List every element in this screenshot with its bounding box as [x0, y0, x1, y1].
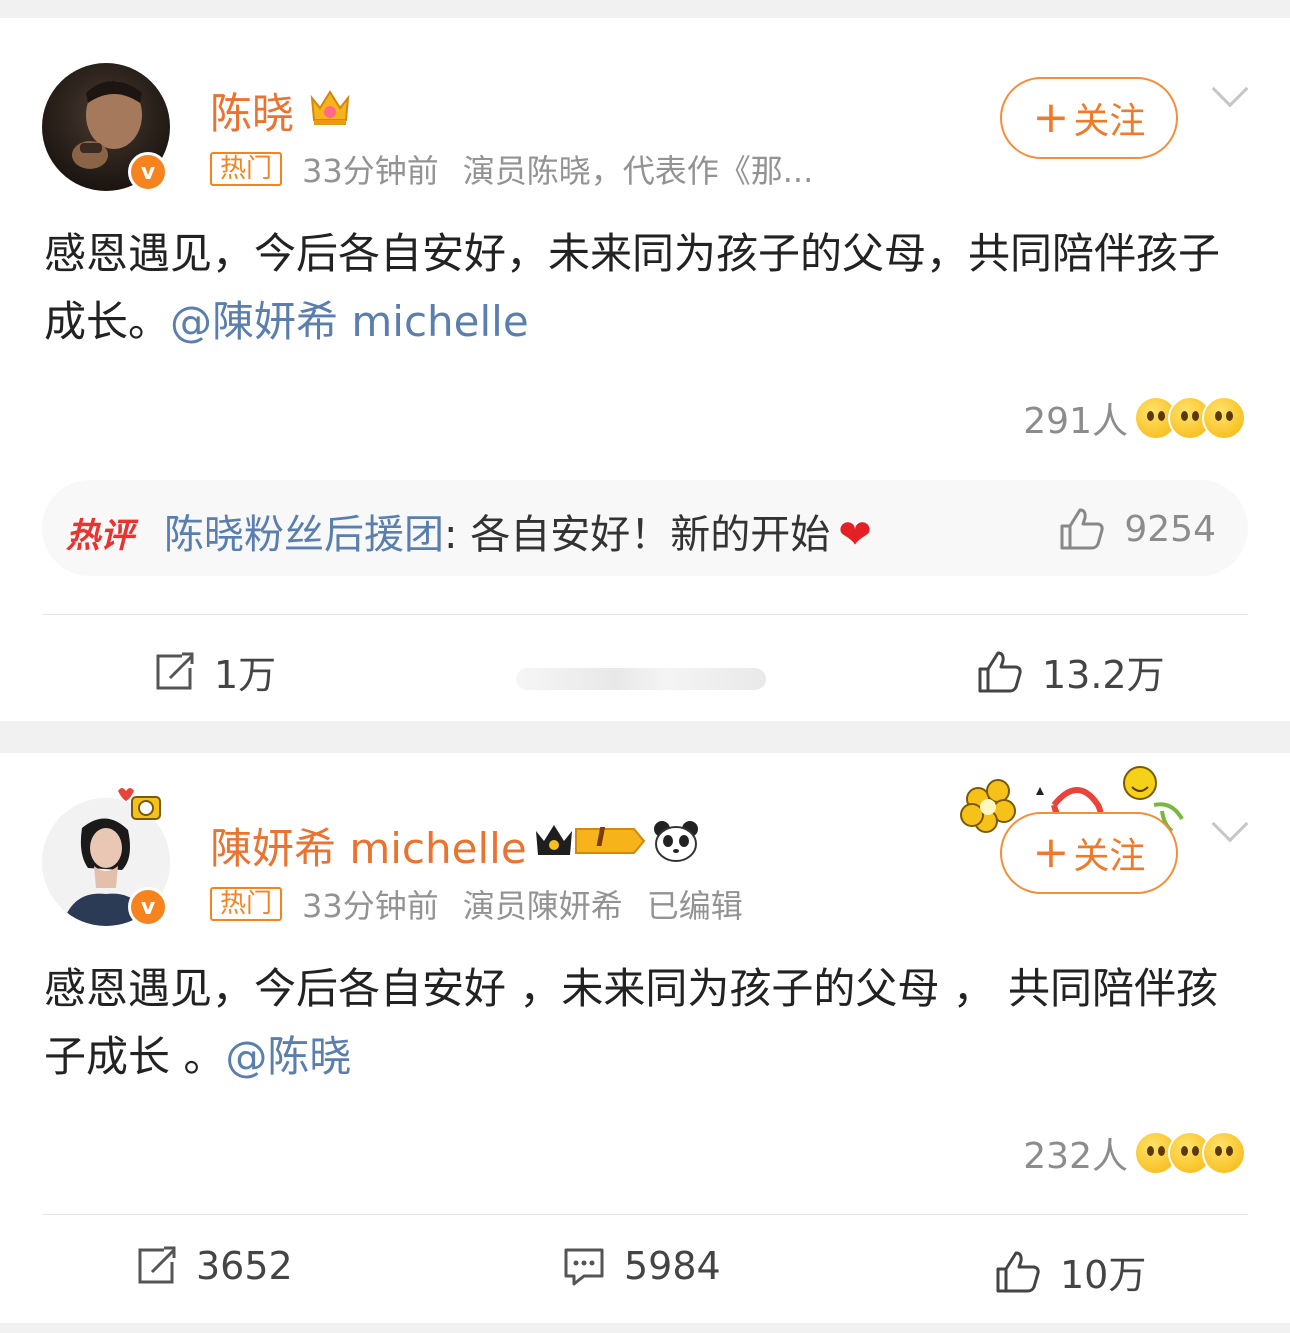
comment-content: : 各自安好！新的开始 — [444, 512, 831, 558]
like-button[interactable]: 10万 — [994, 1244, 1146, 1299]
heart-icon: ❤ — [838, 512, 872, 558]
like-count: 13.2万 — [1042, 653, 1165, 697]
reaction-count: 232人 — [1023, 1136, 1128, 1177]
thumbs-up-icon — [978, 651, 1022, 692]
thumbs-up-icon — [1060, 508, 1105, 550]
post-text: 感恩遇见，今后各自安好 ，未来同为孩子的父母 ， 共同陪伴孩子成长 。@陈晓 — [44, 955, 1234, 1091]
reaction-count: 291人 — [1023, 401, 1128, 442]
follow-button[interactable]: + 关注 — [1000, 812, 1178, 894]
comment-button[interactable]: 5984 — [562, 1244, 721, 1288]
comment-count: 5984 — [624, 1244, 721, 1288]
post-time: 33分钟前 — [302, 887, 439, 925]
hot-tag: 热门 — [210, 152, 283, 186]
reaction-summary[interactable]: 291人 — [1023, 392, 1246, 444]
divider — [42, 614, 1248, 615]
post-time: 33分钟前 — [302, 152, 439, 190]
comment-icon — [564, 1248, 604, 1286]
post-meta: 热门 33分钟前 演员陳妍希 已编辑 — [210, 881, 743, 927]
post-meta: 热门 33分钟前 演员陈晓，代表作《那... — [210, 146, 813, 192]
reaction-summary[interactable]: 232人 — [1023, 1127, 1246, 1179]
chevron-down-icon[interactable] — [1211, 70, 1249, 108]
follow-label: 关注 — [1073, 101, 1146, 142]
plus-icon: + — [1032, 92, 1070, 143]
hot-tag: 热门 — [210, 887, 283, 921]
kiss-emoji-icon — [1202, 1131, 1246, 1175]
verified-badge-icon: v — [128, 887, 168, 927]
post-body: 感恩遇见，今后各自安好 ，未来同为孩子的父母 ， 共同陪伴孩子成长 。 — [44, 964, 1219, 1081]
thumbs-up-icon — [996, 1251, 1040, 1292]
divider — [42, 1214, 1248, 1215]
post-source: 演员陈晓，代表作《那... — [462, 152, 814, 190]
camera-sticker-icon — [118, 788, 161, 820]
mention-link[interactable]: @陈晓 — [225, 1032, 351, 1081]
follow-button[interactable]: + 关注 — [1000, 77, 1178, 159]
verified-badge-icon: v — [128, 152, 168, 192]
vip-crown-badge-icon — [536, 825, 646, 855]
repost-count: 3652 — [196, 1244, 293, 1288]
repost-button[interactable]: 1万 — [152, 644, 276, 699]
repost-icon — [138, 1246, 176, 1284]
mention-link[interactable]: @陳妍希 michelle — [170, 297, 529, 346]
hot-comment[interactable]: 热评 陈晓粉丝后援团: 各自安好！新的开始 ❤ 9254 — [42, 480, 1248, 576]
post-source: 演员陳妍希 — [462, 887, 623, 925]
post-card: v 陈晓 热门 33分钟前 演员陈晓，代表作《那... + 关注 感恩遇见，今后… — [0, 18, 1290, 721]
comment-like-button[interactable]: 9254 — [1058, 506, 1216, 552]
crown-icon — [310, 90, 350, 125]
author-name[interactable]: 陈晓 — [210, 80, 294, 141]
like-count: 10万 — [1060, 1253, 1147, 1297]
like-button[interactable]: 13.2万 — [976, 644, 1165, 699]
plus-icon: + — [1032, 827, 1070, 878]
comment-author[interactable]: 陈晓粉丝后援团 — [164, 512, 444, 558]
hot-comment-label: 热评 — [66, 516, 134, 556]
vip-level: I — [596, 823, 606, 853]
edited-label: 已编辑 — [646, 887, 743, 925]
post-card: v 陳妍希 michelle I 热门 33分钟前 演员陳妍希 已编辑 + 关注… — [0, 753, 1290, 1323]
post-text: 感恩遇见，今后各自安好，未来同为孩子的父母，共同陪伴孩子成长。@陳妍希 mich… — [44, 220, 1244, 356]
sad-emoji-icon — [1202, 396, 1246, 440]
repost-button[interactable]: 3652 — [134, 1244, 293, 1288]
follow-label: 关注 — [1073, 836, 1146, 877]
repost-count: 1万 — [214, 653, 277, 697]
panda-icon — [654, 821, 698, 862]
comment-button[interactable] — [516, 668, 766, 690]
hot-comment-text: 陈晓粉丝后援团: 各自安好！新的开始 ❤ — [164, 502, 872, 560]
repost-icon — [156, 652, 194, 689]
author-name[interactable]: 陳妍希 michelle — [210, 815, 527, 876]
chevron-down-icon[interactable] — [1211, 805, 1249, 843]
comment-like-count: 9254 — [1124, 508, 1216, 550]
